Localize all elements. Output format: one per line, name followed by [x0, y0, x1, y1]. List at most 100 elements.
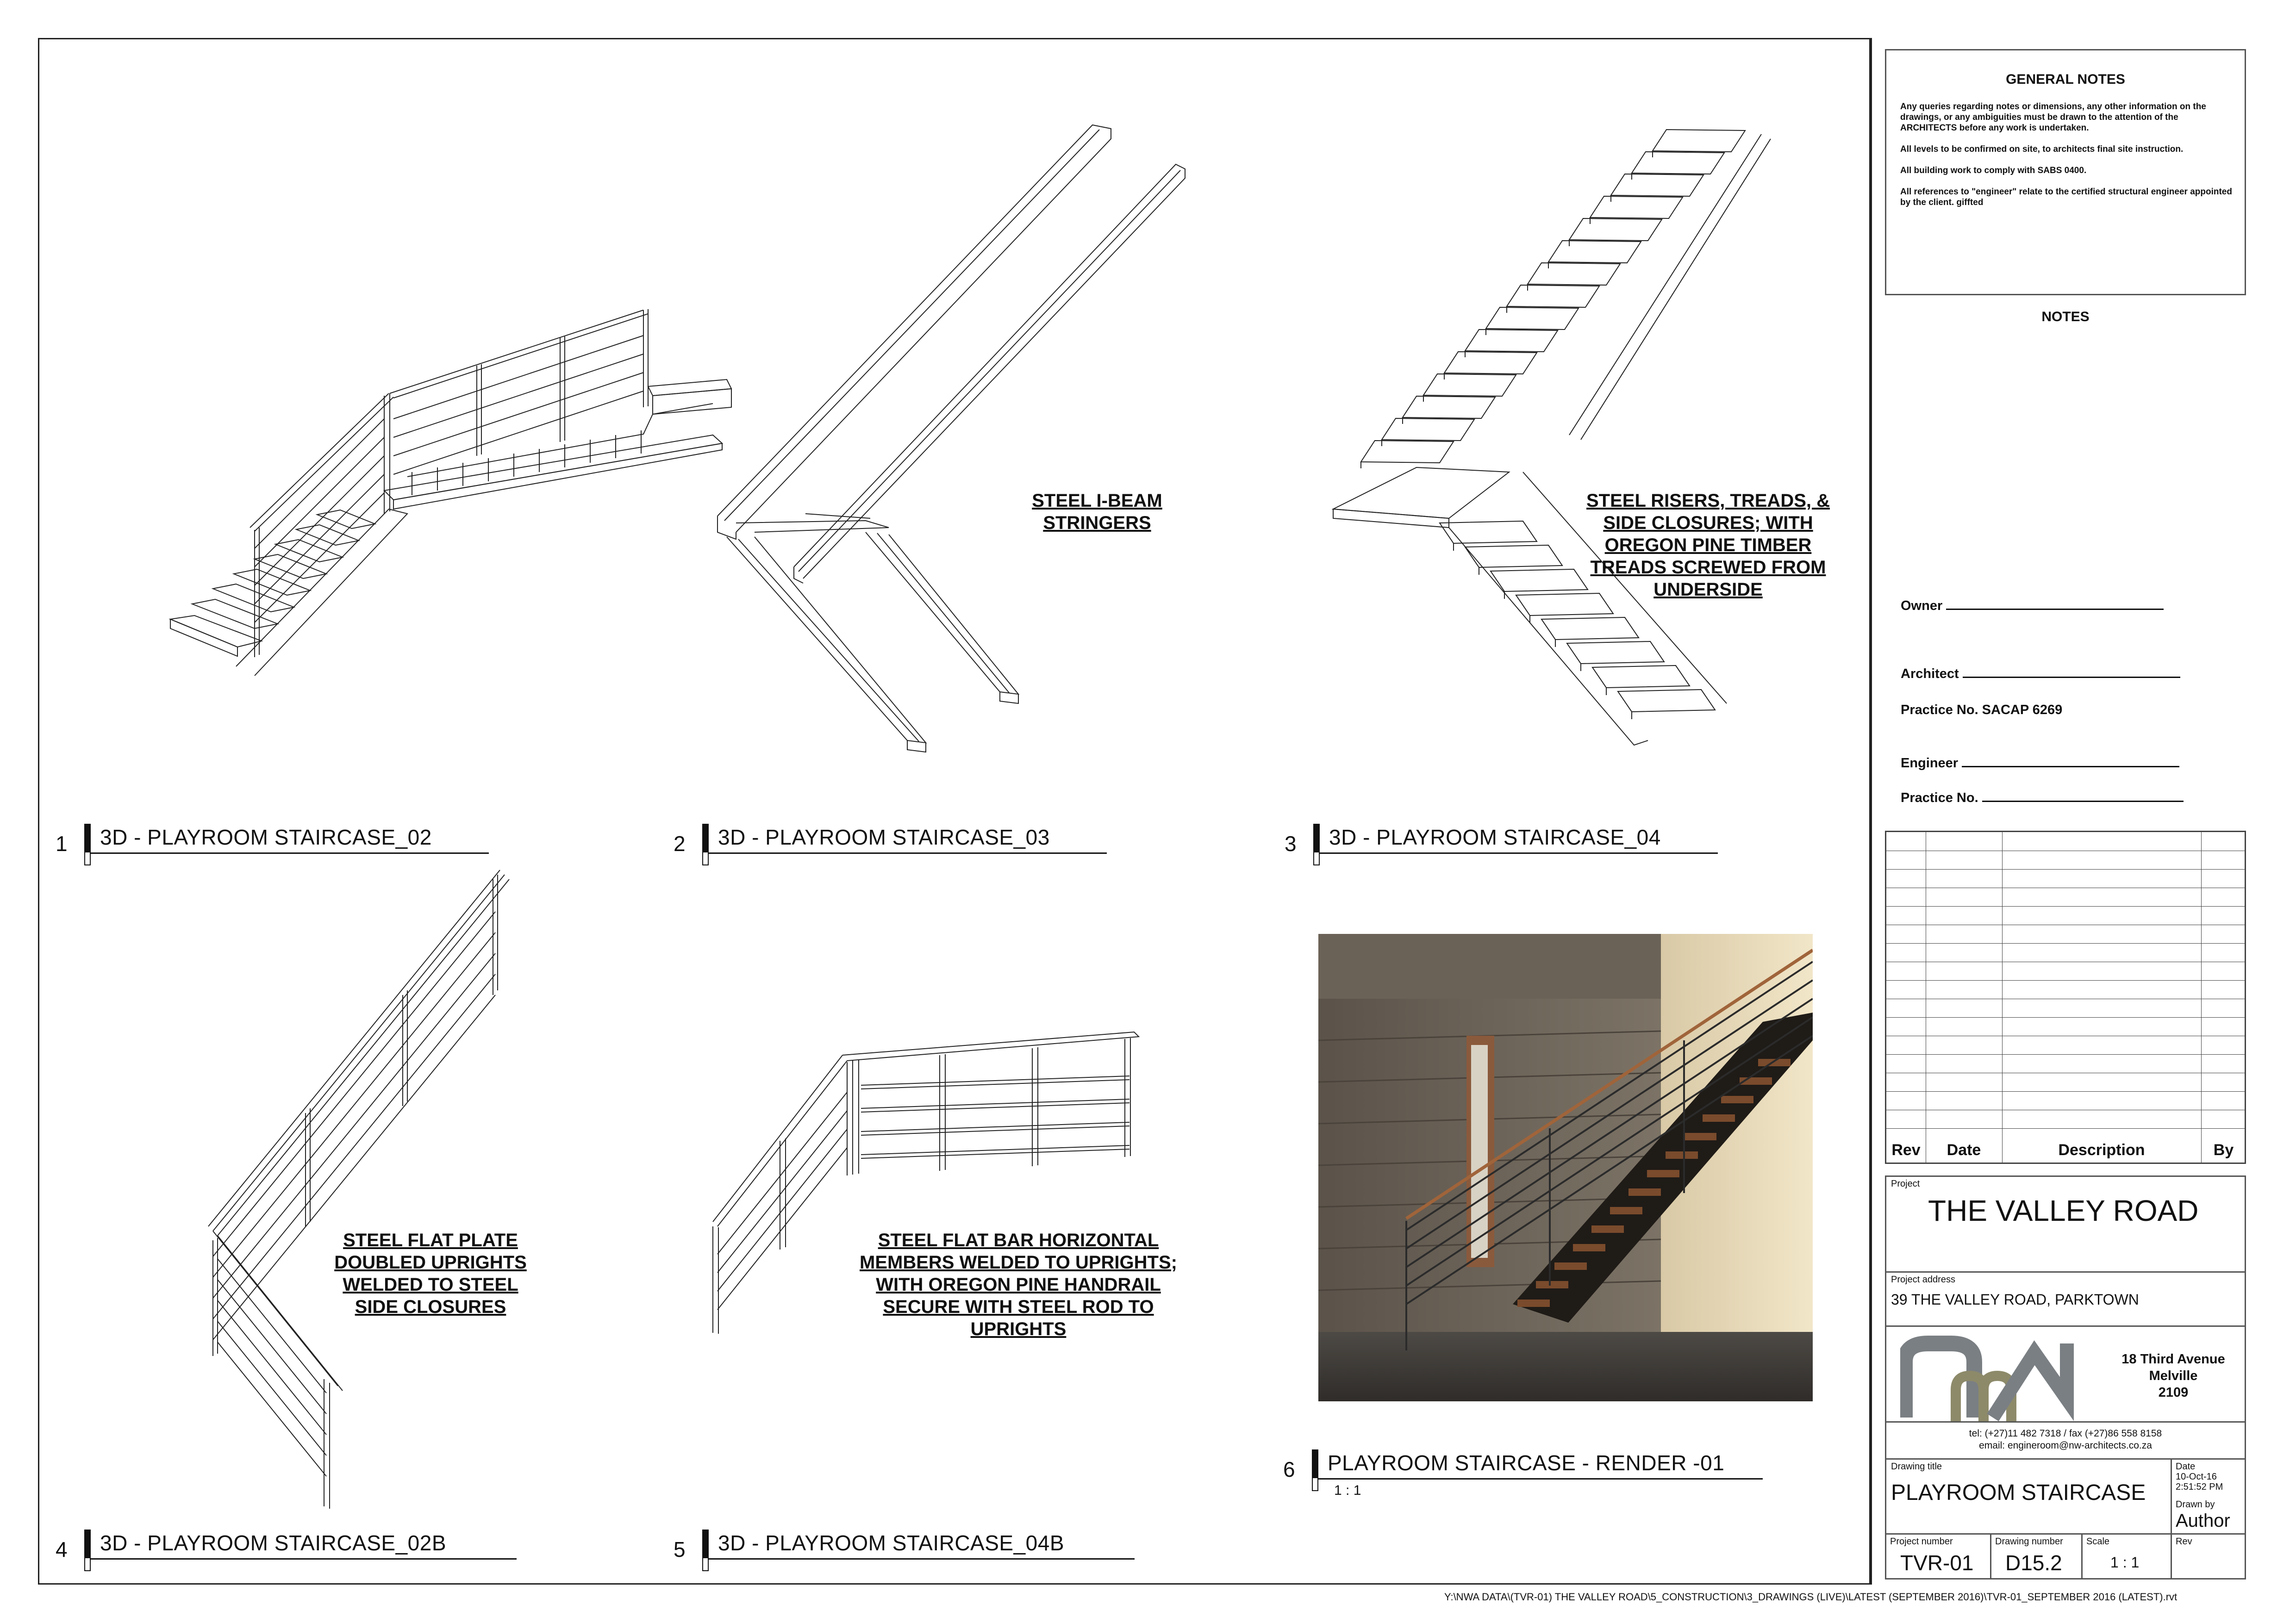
rev-row-line	[1886, 1017, 2245, 1018]
view-title-text: PLAYROOM STAIRCASE - RENDER -01	[1328, 1451, 1725, 1475]
firm-address: 18 Third Avenue Melville 2109	[2104, 1351, 2243, 1401]
upper-tread	[1423, 373, 1517, 397]
view-title-rule	[1320, 852, 1718, 854]
practice-line	[1982, 799, 2184, 802]
view-title-5: 5 3D - PLAYROOM STAIRCASE_04B	[674, 1530, 1136, 1571]
view-title-tick	[1313, 852, 1320, 865]
project-number-label: Project number	[1890, 1536, 1953, 1547]
stringer-lower-left	[726, 536, 927, 753]
stringer-lower	[236, 508, 408, 676]
practice-signoff: Practice No.	[1901, 790, 2184, 806]
file-path: Y:\NWA DATA\(TVR-01) THE VALLEY ROAD\5_C…	[1444, 1591, 2177, 1603]
rev-label: Rev	[2176, 1536, 2192, 1547]
view-title-rule	[91, 1558, 517, 1560]
rev-row-line	[1886, 1091, 2245, 1092]
project-number-box: Project number TVR-01	[1885, 1533, 1991, 1579]
owner-label: Owner	[1901, 598, 1943, 613]
firm-address-line: 2109	[2158, 1385, 2189, 1400]
rev-col-line	[2201, 832, 2202, 1163]
drawn-by-label: Drawn by	[2176, 1499, 2215, 1510]
upper-tread	[1568, 218, 1663, 242]
firm-address-line: 18 Third Avenue	[2121, 1352, 2225, 1367]
general-note: Any queries regarding notes or dimension…	[1900, 102, 2206, 133]
view-number: 3	[1285, 832, 1297, 856]
lower-tread	[1566, 640, 1665, 665]
stair-treads-lower	[168, 509, 377, 657]
view-title-1: 1 3D - PLAYROOM STAIRCASE_02	[56, 824, 491, 865]
scale-value: 1 : 1	[2110, 1554, 2140, 1571]
upper-tread	[1589, 195, 1684, 219]
landing	[383, 379, 732, 510]
scale-box: Scale 1 : 1	[2081, 1533, 2172, 1579]
drawing-title-box: Drawing title PLAYROOM STAIRCASE	[1885, 1458, 2172, 1535]
project-address: 39 THE VALLEY ROAD, PARKTOWN	[1891, 1291, 2139, 1308]
owner-signoff: Owner	[1901, 598, 2164, 614]
flat-bars-straight	[861, 1076, 1130, 1159]
view-title-4: 4 3D - PLAYROOM STAIRCASE_02B	[56, 1530, 518, 1571]
view-title-bar	[84, 1530, 91, 1558]
firm-box: 18 Third Avenue Melville 2109 tel: (+27)…	[1885, 1325, 2246, 1460]
upper-tread	[1464, 329, 1559, 353]
annotation-uprights: STEEL FLAT PLATE DOUBLED UPRIGHTS WELDED…	[334, 1230, 527, 1317]
general-note: All building work to comply with SABS 04…	[1900, 166, 2087, 175]
view-title-3: 3 3D - PLAYROOM STAIRCASE_04	[1285, 824, 1720, 865]
render-image	[1318, 934, 1813, 1401]
firm-address-line: Melville	[2149, 1368, 2198, 1383]
upper-tread	[1381, 417, 1475, 442]
view-title-text: 3D - PLAYROOM STAIRCASE_03	[718, 825, 1050, 849]
annotation-stringers: STEEL I-BEAM STRINGERS	[1032, 491, 1162, 533]
rev-row-line	[1886, 943, 2245, 944]
owner-line	[1946, 607, 2164, 610]
uprights-upper	[305, 875, 498, 1226]
view-4-drawing	[194, 861, 518, 1509]
general-notes-body: Any queries regarding notes or dimension…	[1900, 101, 2234, 218]
upper-tread	[1485, 306, 1579, 330]
view-title-bar	[702, 824, 709, 852]
landing-side	[1333, 508, 1449, 529]
general-notes-title: GENERAL NOTES	[2006, 72, 2125, 87]
general-notes-box: GENERAL NOTES Any queries regarding note…	[1885, 49, 2246, 295]
view-title-tick	[84, 1558, 91, 1571]
date-label: Date	[2176, 1461, 2196, 1472]
project-number: TVR-01	[1900, 1551, 1974, 1575]
annotation-risers: STEEL RISERS, TREADS, & SIDE CLOSURES; W…	[1586, 491, 1830, 600]
view-title-text: 3D - PLAYROOM STAIRCASE_04	[1329, 825, 1661, 849]
rev-row-line	[1886, 906, 2245, 907]
view-3-drawing	[1329, 111, 1930, 759]
architect-label: Architect	[1901, 666, 1959, 681]
firm-email: email: engineroom@nw-architects.co.za	[1979, 1440, 2152, 1451]
lower-tread	[1617, 689, 1716, 713]
lower-tread	[1541, 616, 1640, 640]
engineer-signoff: Engineer	[1901, 756, 2180, 771]
rev-header-rev: Rev	[1891, 1141, 1921, 1159]
scale-label: Scale	[2086, 1536, 2110, 1547]
stringer-back	[717, 124, 1111, 540]
stringer-lower-right	[865, 532, 1020, 704]
firm-logo	[1897, 1334, 2076, 1427]
drawing-number: D15.2	[2005, 1551, 2062, 1575]
landing-top	[1331, 466, 1510, 519]
time-value: 2:51:52 PM	[2176, 1482, 2223, 1492]
project-address-label: Project address	[1891, 1275, 1955, 1285]
view-title-6: 6 PLAYROOM STAIRCASE - RENDER -01 1 : 1	[1283, 1449, 1765, 1498]
rev-header-by: By	[2213, 1141, 2234, 1159]
date-value: 10-Oct-16	[2176, 1472, 2217, 1482]
uprights-straight	[847, 1038, 1131, 1175]
notes-title: NOTES	[2041, 309, 2090, 324]
view-title-text: 3D - PLAYROOM STAIRCASE_04B	[718, 1531, 1065, 1555]
project-address-box: Project address 39 THE VALLEY ROAD, PARK…	[1885, 1271, 2246, 1327]
project-label: Project	[1891, 1179, 1920, 1189]
view-title-bar	[702, 1530, 709, 1558]
view-title-2: 2 3D - PLAYROOM STAIRCASE_03	[674, 824, 1109, 865]
view-title-rule	[1318, 1478, 1763, 1480]
view-number: 2	[674, 832, 686, 856]
uprights-sloped	[712, 1138, 786, 1334]
view-title-bar	[84, 824, 91, 852]
upper-tread	[1610, 173, 1704, 197]
upper-tread	[1506, 284, 1600, 308]
upper-tread	[1443, 351, 1538, 375]
rev-header-description: Description	[2058, 1141, 2145, 1159]
lower-tread	[1591, 665, 1691, 689]
view-2-drawing	[713, 120, 1185, 759]
upper-tread	[1652, 129, 1746, 153]
